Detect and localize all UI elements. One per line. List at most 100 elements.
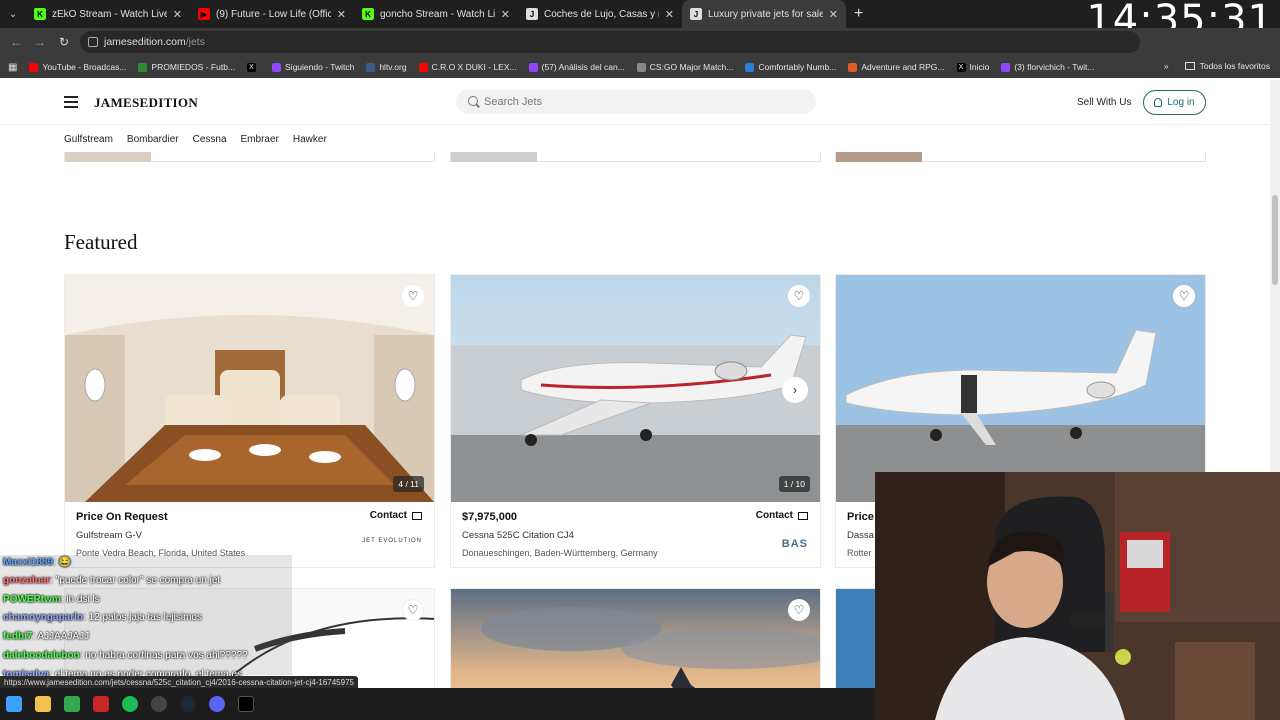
bookmark-label: CS:GO Major Match... (649, 62, 734, 72)
contact-label: Contact (755, 510, 793, 521)
dealer-logo[interactable]: JET EVOLUTION (362, 538, 422, 544)
favorite-heart-icon[interactable]: ♡ (402, 285, 424, 307)
search-placeholder: Search Jets (484, 96, 543, 108)
favorite-heart-icon[interactable]: ♡ (788, 285, 810, 307)
site-logo[interactable]: JAMESEDITION (94, 95, 198, 111)
new-tab-button[interactable]: + (854, 5, 863, 23)
tab-favicon-icon: J (690, 8, 702, 20)
bookmark-item[interactable]: YouTube - Broadcas... (29, 62, 126, 72)
sell-with-us-link[interactable]: Sell With Us (1077, 97, 1131, 108)
mail-icon (412, 511, 422, 520)
bookmark-item[interactable]: X (247, 62, 260, 72)
bookmark-label: (3) florvichich - Twit... (1014, 62, 1095, 72)
scrollbar-thumb[interactable] (1272, 195, 1278, 285)
close-tab-icon[interactable]: ✕ (337, 8, 346, 21)
contact-button[interactable]: Contact (370, 510, 422, 521)
bookmark-item[interactable]: CS:GO Major Match... (636, 62, 734, 72)
brand-link-embraer[interactable]: Embraer (241, 134, 279, 145)
chat-username: gonzaluar (3, 575, 51, 586)
bookmark-favicon-icon (636, 62, 646, 72)
listing-price: Price (847, 511, 874, 523)
steam-icon[interactable] (180, 696, 196, 712)
bookmarks-right: » Todos los favoritos (1164, 61, 1270, 71)
brand-link-bombardier[interactable]: Bombardier (127, 134, 179, 145)
bookmark-item[interactable]: (57) Análisis del can... (528, 62, 625, 72)
close-tab-icon[interactable]: ✕ (173, 8, 182, 21)
browser-tab[interactable]: Kgoncho Stream - Watch Live on ✕ (354, 0, 518, 28)
favorite-heart-icon[interactable]: ♡ (402, 599, 424, 621)
favorite-heart-icon[interactable]: ♡ (788, 599, 810, 621)
brand-link-hawker[interactable]: Hawker (293, 134, 327, 145)
bookmark-item[interactable]: hltv.org (366, 62, 407, 72)
listing-card[interactable]: ♡ 4 / 11 Price On Request Gulfstream G-V… (64, 274, 435, 568)
next-photo-button[interactable]: › (782, 377, 808, 403)
browser-tab-bar: ⌄ KzEkO Stream - Watch Live on K ✕ ▶ (9) Fu… (0, 0, 1280, 43)
previous-card-thumbnail (451, 152, 537, 162)
bookmark-item[interactable]: (3) florvichich - Twit... (1001, 62, 1094, 72)
tab-strip: KzEkO Stream - Watch Live on K ✕ ▶ (9) Futu… (26, 0, 846, 28)
listing-photo[interactable] (836, 275, 1205, 502)
browser-tab[interactable]: KzEkO Stream - Watch Live on K ✕ (26, 0, 190, 28)
all-favorites-folder[interactable]: Todos los favoritos (1200, 61, 1270, 71)
bookmark-favicon-icon (848, 62, 858, 72)
folder-icon (1184, 62, 1195, 70)
previous-card-bottom (64, 152, 435, 162)
file-explorer-icon[interactable] (35, 696, 51, 712)
bookmark-item[interactable]: Adventure and RPG... (848, 62, 945, 72)
brand-link-cessna[interactable]: Cessna (193, 134, 227, 145)
listing-model: Cessna 525C Citation CJ4 (462, 530, 574, 541)
reload-button[interactable]: ↻ (52, 35, 76, 49)
browser-icon[interactable] (64, 696, 80, 712)
listing-photo[interactable] (451, 275, 820, 502)
chat-username: fedbi7 (3, 631, 33, 642)
windows-start-icon[interactable] (6, 696, 22, 712)
listing-photo[interactable] (65, 275, 434, 502)
bookmark-item[interactable]: Comfortably Numb... (745, 62, 836, 72)
browser-tab[interactable]: J Coches de Lujo, Casas y más - J ✕ (518, 0, 682, 28)
bookmark-item[interactable]: C.R.O X DUKI - LEX... (418, 62, 517, 72)
discord-icon[interactable] (209, 696, 225, 712)
bookmark-label: C.R.O X DUKI - LEX... (431, 62, 517, 72)
login-button[interactable]: Log in (1143, 90, 1206, 115)
chat-text: : 12 palos jaja tas lejisimos (83, 612, 202, 623)
close-tab-icon[interactable]: ✕ (829, 8, 838, 21)
dealer-logo[interactable]: BAS (782, 538, 808, 550)
chat-username: Maxxi1889 (3, 557, 54, 568)
close-tab-icon[interactable]: ✕ (501, 8, 510, 21)
previous-card-bottom (835, 152, 1206, 162)
login-label: Log in (1167, 97, 1195, 108)
chat-message: chamoyngaparlo: 12 palos jaja tas lejisi… (3, 612, 202, 623)
bookmark-favicon-icon (138, 62, 148, 72)
bookmark-favicon-icon: X (247, 62, 257, 72)
bookmark-favicon-icon (1001, 62, 1011, 72)
bookmark-label: Siguiendo - Twitch (285, 62, 355, 72)
site-info-icon[interactable] (88, 37, 98, 47)
close-tab-icon[interactable]: ✕ (665, 8, 674, 21)
bookmark-item[interactable]: Siguiendo - Twitch (272, 62, 354, 72)
back-button[interactable]: ← (4, 35, 28, 49)
menu-icon[interactable] (64, 96, 78, 108)
bookmarks-more-button[interactable]: » (1164, 61, 1169, 71)
streaming-app-icon[interactable] (93, 696, 109, 712)
apps-grid-icon[interactable]: ▦ (8, 62, 17, 73)
url-field[interactable]: jamesedition.com/jets (80, 31, 1140, 53)
spotify-icon[interactable] (122, 696, 138, 712)
brand-link-gulfstream[interactable]: Gulfstream (64, 134, 113, 145)
x-app-icon[interactable] (238, 696, 254, 712)
listing-card[interactable]: ♡ › 1 / 10 $7,975,000 Cessna 525C Citati… (450, 274, 821, 568)
bookmark-item[interactable]: PROMIEDOS - Futb... (138, 62, 235, 72)
bookmark-list: YouTube - Broadcas... PROMIEDOS - Futb...… (29, 62, 1106, 72)
favorite-heart-icon[interactable]: ♡ (1173, 285, 1195, 307)
bookmark-favicon-icon (29, 62, 39, 72)
forward-button[interactable]: → (28, 35, 52, 49)
bookmark-item[interactable]: X Inicio (956, 62, 989, 72)
search-input[interactable]: Search Jets (456, 90, 816, 114)
browser-tab[interactable]: ▶ (9) Future - Low Life (Offici ✕ (190, 0, 354, 28)
tab-search-menu[interactable]: ⌄ (0, 0, 26, 28)
browser-tab[interactable]: J Luxury private jets for sale by J ✕ (682, 0, 846, 28)
listing-price: Price On Request (76, 511, 168, 523)
obs-icon[interactable] (151, 696, 167, 712)
contact-button[interactable]: Contact (756, 510, 808, 521)
tab-title: zEkO Stream - Watch Live on K (52, 8, 167, 20)
chat-text: : 😂 (53, 557, 72, 568)
